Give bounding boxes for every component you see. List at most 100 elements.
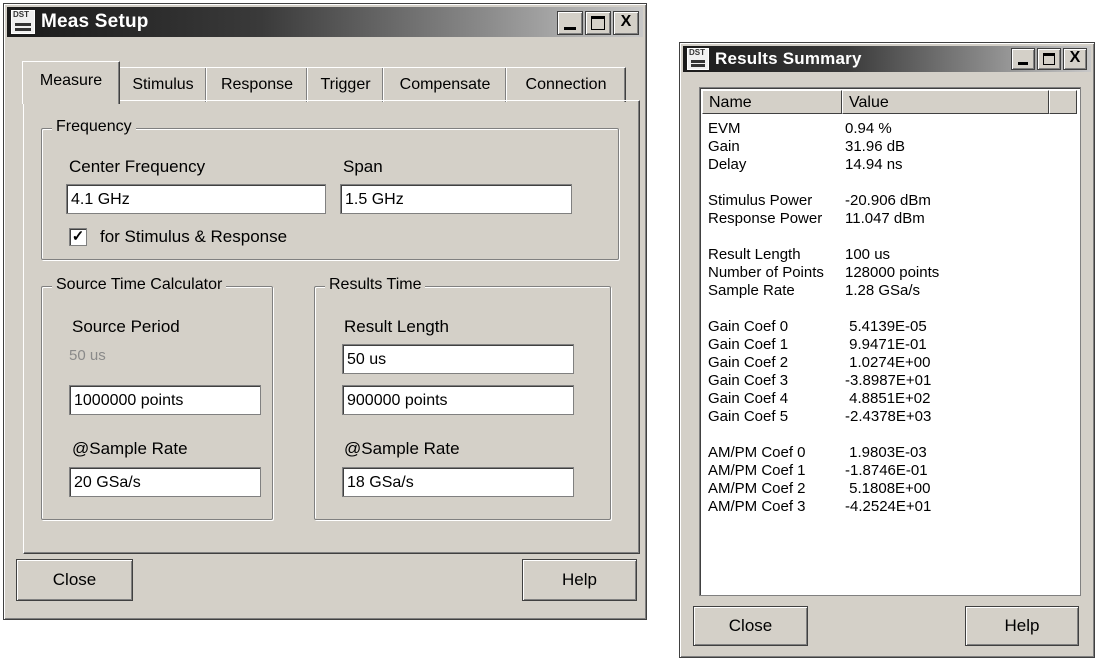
span-label: Span	[343, 157, 383, 176]
table-row[interactable]: AM/PM Coef 2 5.1808E+00	[708, 480, 1068, 497]
result-length-label: Result Length	[344, 317, 449, 336]
row-value: 1.28 GSa/s	[845, 282, 921, 299]
row-name: Gain Coef 5	[708, 408, 789, 425]
minimize-icon[interactable]	[1011, 48, 1035, 70]
table-row[interactable]	[708, 228, 1068, 245]
table-row[interactable]: Gain Coef 0 5.4139E-05	[708, 318, 1068, 335]
row-name: Gain Coef 4	[708, 390, 789, 407]
row-value: 14.94 ns	[845, 156, 903, 173]
source-period-label: Source Period	[72, 317, 180, 336]
table-row[interactable]: Response Power 11.047 dBm	[708, 210, 1068, 227]
app-icon[interactable]: DST	[11, 10, 35, 34]
result-points-field[interactable]: 900000 points	[342, 385, 574, 415]
row-name: Sample Rate	[708, 282, 795, 299]
row-name: Gain Coef 0	[708, 318, 789, 335]
table-row[interactable]: Result Length 100 us	[708, 246, 1068, 263]
meas-setup-titlebar[interactable]: DST Meas Setup X	[7, 7, 643, 37]
center-frequency-field[interactable]: 4.1 GHz	[66, 184, 326, 214]
tab-response[interactable]: Response	[206, 67, 308, 102]
table-row[interactable]: Sample Rate 1.28 GSa/s	[708, 282, 1068, 299]
close-icon[interactable]: X	[613, 11, 639, 35]
meas-setup-window: DST Meas Setup X Measure Stimulus Respon…	[3, 3, 647, 620]
maximize-icon[interactable]	[585, 11, 611, 35]
row-value: 9.9471E-01	[845, 336, 927, 353]
table-row[interactable]: Stimulus Power -20.906 dBm	[708, 192, 1068, 209]
results-summary-title: Results Summary	[715, 49, 862, 68]
app-icon-text: DST	[689, 48, 705, 57]
frequency-group: Frequency Center Frequency 4.1 GHz Span …	[41, 118, 619, 260]
row-value: -1.8746E-01	[845, 462, 928, 479]
results-list[interactable]: Name Value EVM 0.94 % Gain 31.96 dB Delay 14.…	[699, 87, 1081, 596]
source-points-field[interactable]: 1000000 points	[69, 385, 261, 415]
tab-trigger[interactable]: Trigger	[307, 67, 384, 102]
row-value: 1.9803E-03	[845, 444, 927, 461]
row-name: EVM	[708, 120, 741, 137]
source-time-calculator-legend: Source Time Calculator	[52, 276, 227, 294]
center-frequency-label: Center Frequency	[69, 157, 206, 176]
tab-compensate[interactable]: Compensate	[383, 67, 507, 102]
result-sample-rate-field[interactable]: 18 GSa/s	[342, 467, 574, 497]
row-name: Gain Coef 2	[708, 354, 789, 371]
help-button[interactable]: Help	[522, 559, 637, 601]
close-button[interactable]: Close	[16, 559, 133, 601]
table-row[interactable]: AM/PM Coef 3 -4.2524E+01	[708, 498, 1068, 515]
tab-measure[interactable]: Measure	[22, 61, 120, 104]
row-name: Stimulus Power	[708, 192, 813, 209]
row-value: 1.0274E+00	[845, 354, 931, 371]
span-field[interactable]: 1.5 GHz	[340, 184, 572, 214]
row-value: 0.94 %	[845, 120, 892, 137]
source-period-value: 50 us	[69, 347, 106, 364]
tab-connection[interactable]: Connection	[506, 67, 626, 102]
row-name: AM/PM Coef 2	[708, 480, 806, 497]
results-close-button[interactable]: Close	[693, 606, 808, 646]
close-icon[interactable]: X	[1063, 48, 1087, 70]
result-sample-rate-label: @Sample Rate	[344, 439, 460, 458]
frequency-legend: Frequency	[52, 118, 136, 136]
row-value: -2.4378E+03	[845, 408, 932, 425]
row-name: Number of Points	[708, 264, 824, 281]
table-row[interactable]: Gain Coef 3 -3.8987E+01	[708, 372, 1068, 389]
table-row[interactable]: Gain Coef 4 4.8851E+02	[708, 390, 1068, 407]
row-value: 4.8851E+02	[845, 390, 931, 407]
column-header-value[interactable]: Value	[842, 90, 1049, 114]
column-header-name[interactable]: Name	[702, 90, 842, 114]
table-row[interactable]: Number of Points 128000 points	[708, 264, 1068, 281]
results-summary-titlebar[interactable]: DST Results Summary X	[683, 46, 1091, 72]
row-value: 11.047 dBm	[845, 210, 925, 227]
minimize-icon[interactable]	[557, 11, 583, 35]
row-name: Gain Coef 3	[708, 372, 789, 389]
maximize-icon[interactable]	[1037, 48, 1061, 70]
row-name: AM/PM Coef 1	[708, 462, 806, 479]
app-icon[interactable]: DST	[687, 48, 709, 70]
table-row[interactable]	[708, 426, 1068, 443]
row-value: 128000 points	[845, 264, 940, 281]
row-value: 5.1808E+00	[845, 480, 931, 497]
row-value: 100 us	[845, 246, 891, 263]
row-name: Response Power	[708, 210, 823, 227]
row-value: -20.906 dBm	[845, 192, 931, 209]
row-name: AM/PM Coef 3	[708, 498, 806, 515]
app-icon-text: DST	[13, 10, 29, 19]
table-row[interactable]: AM/PM Coef 0 1.9803E-03	[708, 444, 1068, 461]
table-row[interactable]: Gain Coef 2 1.0274E+00	[708, 354, 1068, 371]
results-time-legend: Results Time	[325, 276, 426, 294]
table-row[interactable]: Gain Coef 5 -2.4378E+03	[708, 408, 1068, 425]
row-name: AM/PM Coef 0	[708, 444, 806, 461]
table-row[interactable]: Gain 31.96 dB	[708, 138, 1068, 155]
results-help-button[interactable]: Help	[965, 606, 1079, 646]
stimulus-response-checkbox[interactable]: ✓	[69, 228, 87, 246]
table-row[interactable]	[708, 300, 1068, 317]
table-row[interactable]: EVM 0.94 %	[708, 120, 1068, 137]
row-value: 5.4139E-05	[845, 318, 927, 335]
results-time-group: Results Time Result Length 50 us 900000 …	[314, 276, 611, 520]
source-time-calculator-group: Source Time Calculator Source Period 50 …	[41, 276, 273, 520]
source-sample-rate-field[interactable]: 20 GSa/s	[69, 467, 261, 497]
table-row[interactable]: Gain Coef 1 9.9471E-01	[708, 336, 1068, 353]
table-row[interactable]	[708, 174, 1068, 191]
table-row[interactable]: AM/PM Coef 1 -1.8746E-01	[708, 462, 1068, 479]
column-header-empty[interactable]	[1049, 90, 1077, 114]
result-length-field[interactable]: 50 us	[342, 344, 574, 374]
table-row[interactable]: Delay 14.94 ns	[708, 156, 1068, 173]
source-sample-rate-label: @Sample Rate	[72, 439, 188, 458]
tab-stimulus[interactable]: Stimulus	[119, 67, 207, 102]
